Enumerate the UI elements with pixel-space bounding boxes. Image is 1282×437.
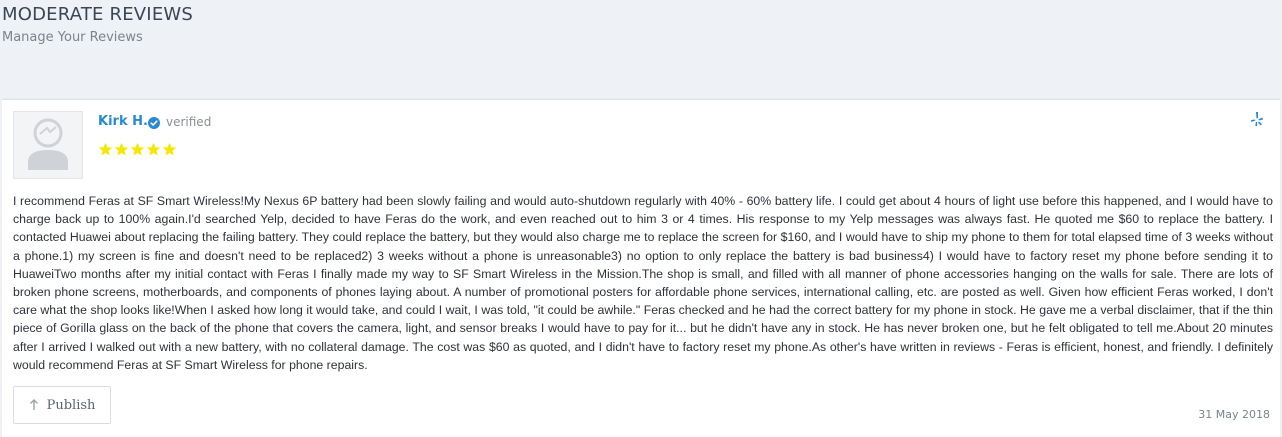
- star-icon: [130, 142, 145, 156]
- verified-check-icon: [148, 117, 160, 129]
- user-silhouette-icon: [28, 118, 68, 170]
- page-header: MODERATE REVIEWS Manage Your Reviews: [2, 4, 193, 45]
- review-card: Kirk H. verified I recommend Feras at SF…: [2, 99, 1280, 437]
- star-icon: [146, 142, 161, 156]
- star-icon: [114, 142, 129, 156]
- publish-button[interactable]: Publish: [13, 386, 111, 424]
- yelp-icon[interactable]: [1250, 111, 1264, 127]
- star-icon: [98, 142, 113, 156]
- avatar-placeholder-icon: [13, 111, 83, 179]
- review-date: 31 May 2018: [1198, 408, 1270, 421]
- reviewer-name-link[interactable]: Kirk H.: [98, 114, 148, 129]
- star-rating: [98, 142, 177, 158]
- review-text: I recommend Feras at SF Smart Wireless!M…: [13, 194, 1273, 372]
- publish-button-label: Publish: [46, 397, 96, 413]
- arrow-up-icon: [29, 399, 38, 410]
- verified-label: verified: [166, 115, 212, 129]
- page-title: MODERATE REVIEWS: [2, 4, 194, 25]
- page-subtitle: Manage Your Reviews: [2, 30, 143, 45]
- star-icon: [162, 142, 177, 156]
